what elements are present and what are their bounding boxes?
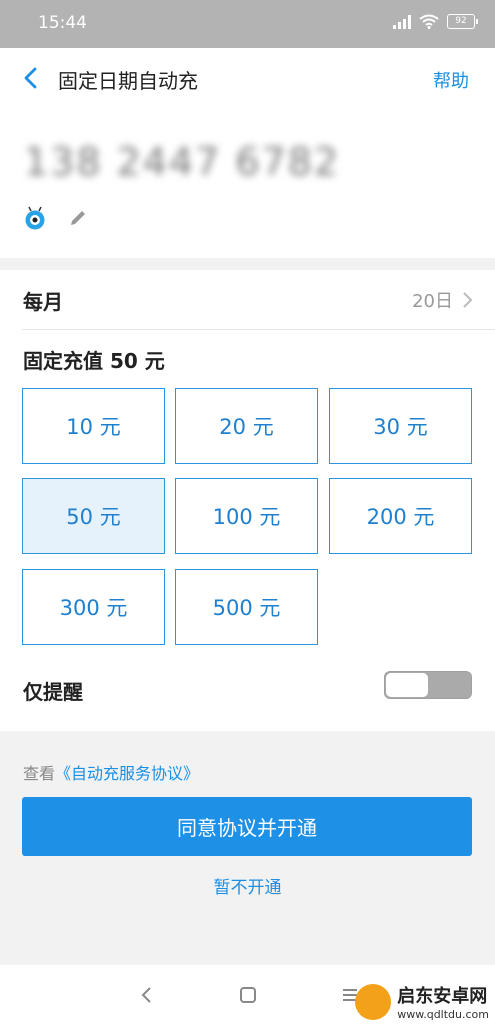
amount-option-300[interactable]: 300 元 (22, 569, 165, 645)
nav-home-icon[interactable] (236, 983, 260, 1007)
amount-option-100[interactable]: 100 元 (175, 478, 318, 554)
remind-label: 仅提醒 (23, 680, 83, 704)
agreement-line: 查看《自动充服务协议》 (23, 760, 199, 784)
mascot-icon (25, 206, 45, 230)
nav-header: 固定日期自动充 帮助 (0, 48, 495, 110)
amount-title: 固定充值 50 元 (23, 349, 165, 373)
nav-back-icon[interactable] (135, 983, 159, 1007)
watermark: 启东安卓网 www.qdltdu.com (355, 982, 489, 1021)
wifi-icon (419, 14, 439, 29)
amount-option-500[interactable]: 500 元 (175, 569, 318, 645)
agree-and-activate-button[interactable]: 同意协议并开通 (22, 797, 472, 856)
not-now-link[interactable]: 暂不开通 (0, 873, 495, 898)
chevron-right-icon (463, 292, 473, 308)
schedule-label: 每月 (23, 290, 63, 314)
status-icons: 92 (393, 14, 478, 29)
watermark-logo-icon (355, 983, 392, 1020)
schedule-value: 20日 (412, 291, 453, 312)
toggle-knob (386, 673, 428, 697)
battery-icon: 92 (447, 14, 478, 29)
agreement-link[interactable]: 《自动充服务协议》 (55, 764, 199, 783)
status-time: 15:44 (38, 13, 87, 33)
page-title: 固定日期自动充 (58, 69, 198, 93)
agreement-prefix: 查看 (23, 764, 56, 783)
status-bar: 15:44 92 (0, 0, 495, 48)
settings-panel: 每月 20日 固定充值 50 元 10 元 20 元 30 元 50 元 100… (0, 270, 495, 731)
amount-option-200[interactable]: 200 元 (329, 478, 472, 554)
system-nav-bar: 启东安卓网 www.qdltdu.com (0, 965, 495, 1025)
watermark-url: www.qdltdu.com (397, 1008, 489, 1021)
amount-option-50[interactable]: 50 元 (22, 478, 165, 554)
help-link[interactable]: 帮助 (433, 67, 469, 93)
back-arrow-icon[interactable] (18, 64, 46, 92)
edit-pencil-icon[interactable] (68, 208, 88, 228)
account-card: 138 2447 6782 (0, 110, 495, 258)
watermark-title: 启东安卓网 (397, 986, 488, 1007)
amount-option-30[interactable]: 30 元 (329, 388, 472, 464)
signal-icon (393, 14, 411, 29)
remind-toggle[interactable] (384, 671, 472, 699)
watermark-text: 启东安卓网 www.qdltdu.com (397, 982, 489, 1021)
divider (22, 329, 495, 330)
phone-number: 138 2447 6782 (24, 140, 341, 184)
amount-option-10[interactable]: 10 元 (22, 388, 165, 464)
schedule-row[interactable]: 每月 20日 (0, 270, 495, 330)
amount-option-20[interactable]: 20 元 (175, 388, 318, 464)
